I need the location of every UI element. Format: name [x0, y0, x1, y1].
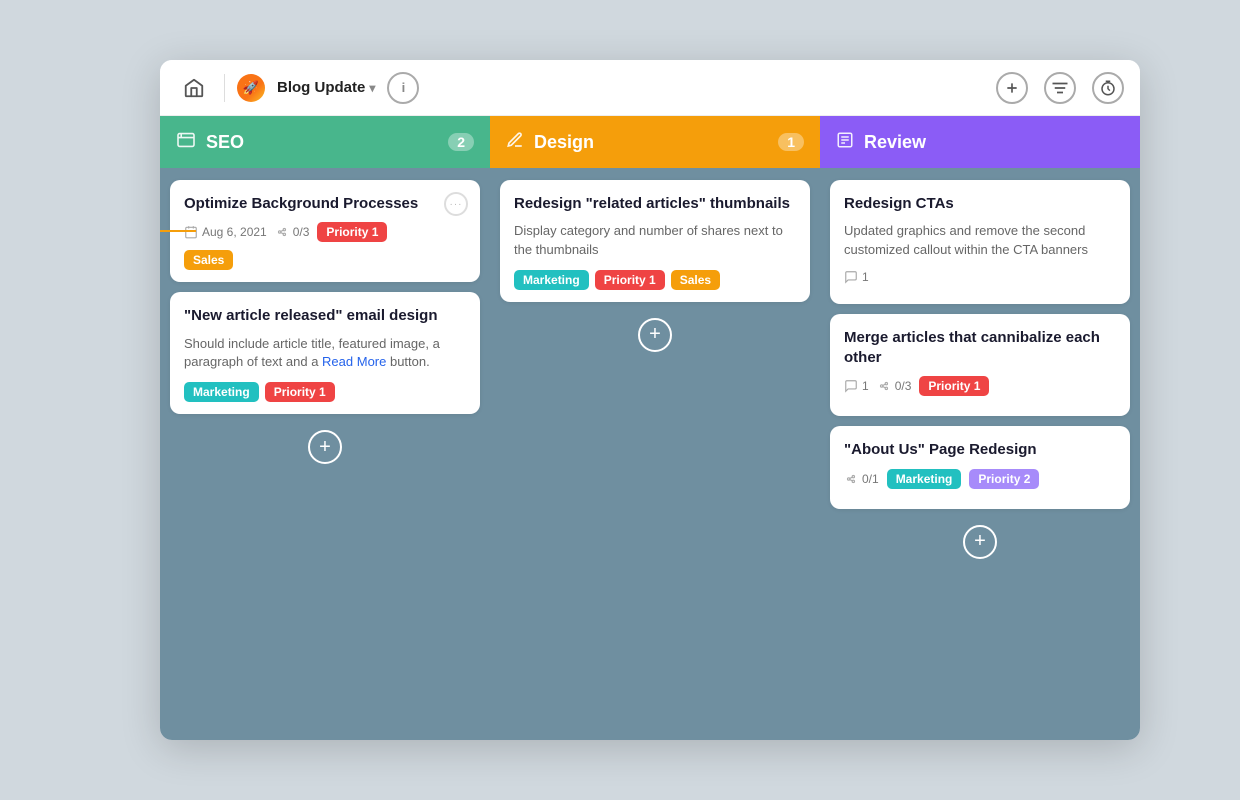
project-name-label: Blog Update — [277, 79, 365, 96]
header-divider — [224, 74, 225, 102]
filter-button[interactable] — [1044, 72, 1076, 104]
read-more-link[interactable]: Read More — [322, 354, 386, 369]
card-about-us-redesign: "About Us" Page Redesign 0/1 Marketing P… — [830, 426, 1130, 508]
project-logo: 🚀 — [237, 74, 265, 102]
review-title: Review — [864, 132, 1124, 153]
column-design: Design 1 Redesign "related articles" thu… — [490, 116, 820, 740]
design-add-button[interactable]: + — [638, 318, 672, 352]
review-column-body: Redesign CTAs Updated graphics and remov… — [820, 168, 1140, 740]
marketing-tag: Marketing — [184, 382, 259, 402]
card-meta: Aug 6, 2021 0/3 Priority 1 — [184, 222, 466, 242]
review-add-button[interactable]: + — [963, 525, 997, 559]
card-title: Merge articles that cannibalize each oth… — [844, 328, 1116, 369]
header-right — [996, 72, 1124, 104]
priority-tag: Priority 1 — [317, 222, 387, 242]
add-button[interactable] — [996, 72, 1028, 104]
priority2-tag: Priority 2 — [969, 469, 1039, 489]
comment-count: 1 — [844, 379, 869, 393]
header-left: 🚀 Blog Update ▾ i — [176, 70, 984, 106]
app-window: 🚀 Blog Update ▾ i — [160, 60, 1140, 740]
card-title: Redesign "related articles" thumbnails — [514, 194, 796, 214]
card-email-design: "New article released" email design Shou… — [170, 292, 480, 414]
card-menu-button[interactable]: ··· — [444, 192, 468, 216]
card-desc: Display category and number of shares ne… — [514, 222, 796, 260]
timer-button[interactable] — [1092, 72, 1124, 104]
card-tags: Marketing Priority 1 — [184, 382, 466, 402]
card-title: Redesign CTAs — [844, 194, 1116, 214]
card-title: Optimize Background Processes — [184, 194, 466, 214]
header: 🚀 Blog Update ▾ i — [160, 60, 1140, 116]
info-icon: i — [402, 80, 406, 95]
priority1-tag: Priority 1 — [595, 270, 665, 290]
card-redesign-ctas: Redesign CTAs Updated graphics and remov… — [830, 180, 1130, 304]
seo-add-button[interactable]: + — [308, 430, 342, 464]
review-icon — [836, 131, 854, 154]
marketing-tag: Marketing — [514, 270, 589, 290]
column-review: Review Redesign CTAs Updated graphics an… — [820, 116, 1140, 740]
subtask-count: 0/1 — [844, 472, 879, 486]
card-desc: Should include article title, featured i… — [184, 335, 466, 373]
card-title: "About Us" Page Redesign — [844, 440, 1116, 460]
seo-count: 2 — [448, 133, 474, 151]
card-meta: 0/1 Marketing Priority 2 — [844, 469, 1116, 489]
card-tags: Marketing Priority 1 Sales — [514, 270, 796, 290]
review-add-area: + — [830, 519, 1130, 563]
card-date: Aug 6, 2021 — [184, 225, 267, 239]
design-icon — [506, 131, 524, 154]
subtask-count: 0/3 — [877, 379, 912, 393]
design-count: 1 — [778, 133, 804, 151]
card-title: "New article released" email design — [184, 306, 466, 326]
kanban-board: SEO 2 2 ··· Optimize Background Processe… — [160, 116, 1140, 740]
priority1-tag: Priority 1 — [265, 382, 335, 402]
home-button[interactable] — [176, 70, 212, 106]
sales-tag: Sales — [184, 250, 233, 270]
seo-column-body: 2 ··· Optimize Background Processes Aug … — [160, 168, 490, 740]
card-redesign-thumbnails: Redesign "related articles" thumbnails D… — [500, 180, 810, 302]
seo-add-area: + — [170, 424, 480, 468]
card-desc: Updated graphics and remove the second c… — [844, 222, 1116, 260]
seo-title: SEO — [206, 132, 438, 153]
design-title: Design — [534, 132, 768, 153]
card-tags: Sales — [184, 250, 466, 270]
design-add-area: + — [500, 312, 810, 356]
design-column-body: Redesign "related articles" thumbnails D… — [490, 168, 820, 740]
chevron-down-icon: ▾ — [369, 81, 375, 95]
sales-tag: Sales — [671, 270, 720, 290]
column-review-header: Review — [820, 116, 1140, 168]
seo-icon — [176, 132, 196, 153]
info-button[interactable]: i — [387, 72, 419, 104]
project-name-button[interactable]: Blog Update ▾ — [277, 79, 375, 96]
card-optimize-background: 2 ··· Optimize Background Processes Aug … — [170, 180, 480, 282]
priority1-tag: Priority 1 — [919, 376, 989, 396]
column-seo-header: SEO 2 — [160, 116, 490, 168]
column-design-header: Design 1 — [490, 116, 820, 168]
marketing-tag: Marketing — [887, 469, 962, 489]
column-seo: SEO 2 2 ··· Optimize Background Processe… — [160, 116, 490, 740]
card-meta: 1 — [844, 270, 1116, 284]
comment-number: 1 — [862, 270, 869, 284]
card-meta: 1 0/3 Priority 1 — [844, 376, 1116, 396]
card-subtasks: 0/3 — [275, 225, 310, 239]
card-merge-articles: Merge articles that cannibalize each oth… — [830, 314, 1130, 417]
badge-connector — [160, 230, 196, 232]
comment-count: 1 — [844, 270, 869, 284]
